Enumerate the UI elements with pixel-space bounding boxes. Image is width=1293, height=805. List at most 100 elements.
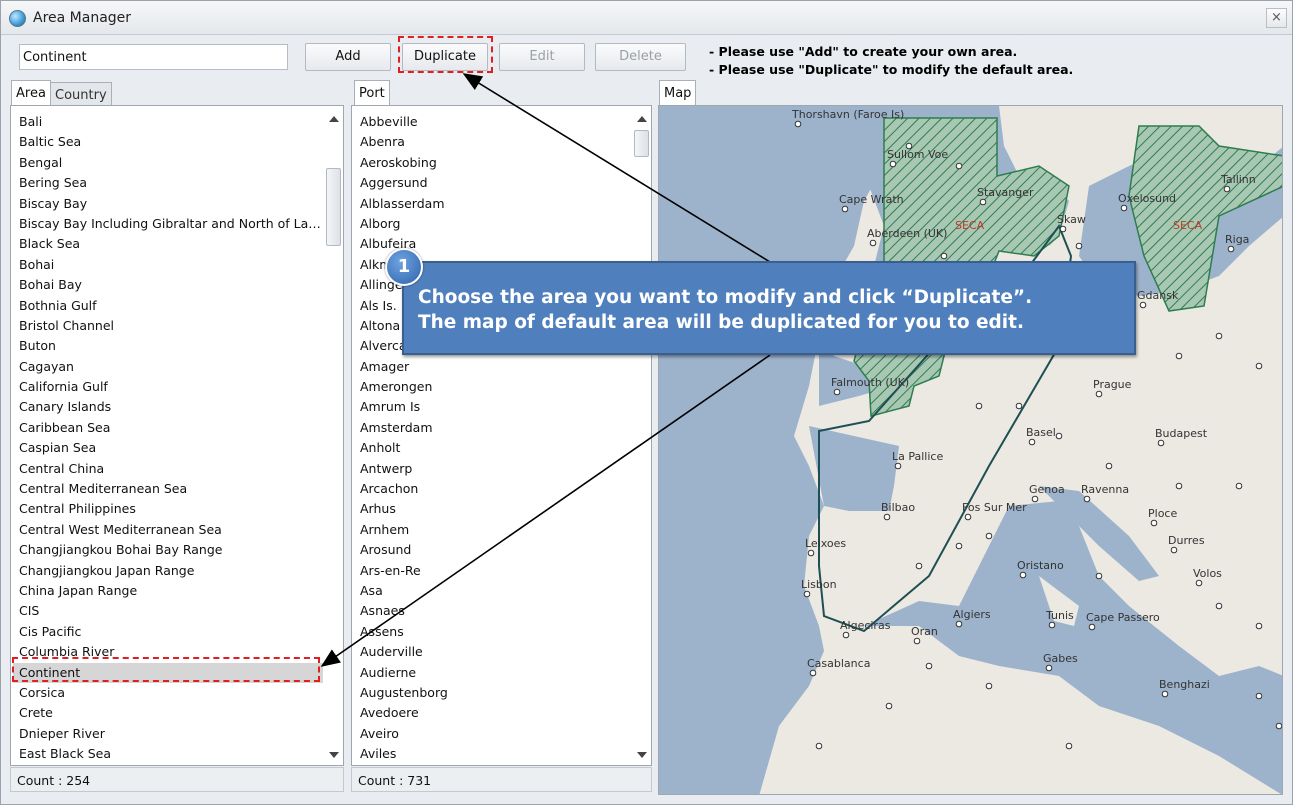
- port-marker-icon[interactable]: [1095, 390, 1103, 398]
- list-item[interactable]: Arnhem: [354, 520, 631, 540]
- scroll-thumb[interactable]: [326, 168, 341, 246]
- list-item[interactable]: Amrum Is: [354, 397, 631, 417]
- port-marker-icon[interactable]: [1275, 722, 1282, 730]
- port-marker-icon[interactable]: [1120, 204, 1128, 212]
- port-marker-icon[interactable]: [1075, 242, 1083, 250]
- list-item[interactable]: Amerongen: [354, 377, 631, 397]
- list-item[interactable]: Baltic Sea: [13, 132, 323, 152]
- port-marker-icon[interactable]: [883, 513, 891, 521]
- list-item[interactable]: Abbeville: [354, 112, 631, 132]
- port-marker-icon[interactable]: [815, 742, 823, 750]
- port-marker-icon[interactable]: [955, 162, 963, 170]
- tab-map[interactable]: Map: [659, 80, 697, 105]
- list-item[interactable]: Caribbean Sea: [13, 418, 323, 438]
- list-item[interactable]: Dnieper River: [13, 724, 323, 744]
- port-marker-icon[interactable]: [1215, 332, 1223, 340]
- port-marker-icon[interactable]: [1195, 579, 1203, 587]
- list-item[interactable]: Aggersund: [354, 173, 631, 193]
- list-item[interactable]: Corsica: [13, 683, 323, 703]
- port-marker-icon[interactable]: [894, 462, 902, 470]
- tab-port[interactable]: Port: [354, 80, 390, 105]
- list-item[interactable]: Asa: [354, 581, 631, 601]
- list-item[interactable]: Anholt: [354, 438, 631, 458]
- port-marker-icon[interactable]: [1175, 352, 1183, 360]
- list-item[interactable]: Arcachon: [354, 479, 631, 499]
- list-item[interactable]: Bali: [13, 112, 323, 132]
- port-marker-icon[interactable]: [913, 637, 921, 645]
- scroll-down-icon[interactable]: [637, 752, 647, 758]
- port-marker-icon[interactable]: [1255, 362, 1263, 370]
- list-item[interactable]: Alblasserdam: [354, 194, 631, 214]
- port-marker-icon[interactable]: [955, 542, 963, 550]
- port-marker-icon[interactable]: [1015, 402, 1023, 410]
- map-view[interactable]: SECA SECA Thorshavn (Faroe Is) Sullom Voe…: [658, 105, 1283, 795]
- port-marker-icon[interactable]: [964, 513, 972, 521]
- list-item[interactable]: Buton: [13, 336, 323, 356]
- list-item[interactable]: China Japan Range: [13, 581, 323, 601]
- port-marker-icon[interactable]: [905, 142, 913, 150]
- area-name-input[interactable]: [19, 44, 288, 70]
- add-button[interactable]: Add: [305, 43, 391, 71]
- list-item[interactable]: Bengal: [13, 153, 323, 173]
- port-marker-icon[interactable]: [985, 682, 993, 690]
- list-item[interactable]: Central Mediterranean Sea: [13, 479, 323, 499]
- port-marker-icon[interactable]: [1215, 602, 1223, 610]
- port-marker-icon[interactable]: [1255, 692, 1263, 700]
- area-scrollbar[interactable]: [324, 106, 343, 765]
- port-marker-icon[interactable]: [1161, 690, 1169, 698]
- list-item[interactable]: Crete: [13, 703, 323, 723]
- port-marker-icon[interactable]: [1031, 495, 1039, 503]
- list-item[interactable]: Bristol Channel: [13, 316, 323, 336]
- tab-country[interactable]: Country: [50, 82, 112, 105]
- list-item[interactable]: California Gulf: [13, 377, 323, 397]
- list-item[interactable]: Assens: [354, 622, 631, 642]
- list-item[interactable]: Auderville: [354, 642, 631, 662]
- port-marker-icon[interactable]: [842, 631, 850, 639]
- port-marker-icon[interactable]: [1095, 572, 1103, 580]
- port-marker-icon[interactable]: [925, 662, 933, 670]
- scroll-up-icon[interactable]: [637, 116, 647, 122]
- port-marker-icon[interactable]: [794, 120, 802, 128]
- port-marker-icon[interactable]: [1059, 225, 1067, 233]
- port-marker-icon[interactable]: [1227, 245, 1235, 253]
- port-marker-icon[interactable]: [1083, 495, 1091, 503]
- port-marker-icon[interactable]: [955, 620, 963, 628]
- list-item[interactable]: Alborg: [354, 214, 631, 234]
- port-marker-icon[interactable]: [1055, 432, 1063, 440]
- edit-button[interactable]: Edit: [499, 43, 585, 71]
- list-item[interactable]: Caspian Sea: [13, 438, 323, 458]
- port-marker-icon[interactable]: [1170, 546, 1178, 554]
- port-marker-icon[interactable]: [841, 205, 849, 213]
- port-marker-icon[interactable]: [975, 402, 983, 410]
- tab-area[interactable]: Area: [11, 80, 51, 105]
- list-item[interactable]: Bering Sea: [13, 173, 323, 193]
- list-item[interactable]: Changjiangkou Japan Range: [13, 561, 323, 581]
- port-marker-icon[interactable]: [915, 562, 923, 570]
- port-marker-icon[interactable]: [1088, 623, 1096, 631]
- port-marker-icon[interactable]: [1028, 438, 1036, 446]
- port-marker-icon[interactable]: [1157, 439, 1165, 447]
- list-item[interactable]: Biscay Bay Including Gibraltar and North…: [13, 214, 323, 234]
- port-marker-icon[interactable]: [1235, 482, 1243, 490]
- port-marker-icon[interactable]: [1065, 742, 1073, 750]
- port-marker-icon[interactable]: [807, 549, 815, 557]
- port-marker-icon[interactable]: [803, 590, 811, 598]
- list-item[interactable]: Changjiangkou Bohai Bay Range: [13, 540, 323, 560]
- list-item[interactable]: Antwerp: [354, 459, 631, 479]
- list-item[interactable]: Black Sea: [13, 234, 323, 254]
- port-marker-icon[interactable]: [869, 239, 877, 247]
- port-marker-icon[interactable]: [809, 669, 817, 677]
- port-marker-icon[interactable]: [1150, 519, 1158, 527]
- list-item[interactable]: Aveiro: [354, 724, 631, 744]
- list-item[interactable]: Cagayan: [13, 357, 323, 377]
- port-marker-icon[interactable]: [1048, 621, 1056, 629]
- list-item[interactable]: Amsterdam: [354, 418, 631, 438]
- list-item[interactable]: Aeroskobing: [354, 153, 631, 173]
- delete-button[interactable]: Delete: [595, 43, 686, 71]
- port-marker-icon[interactable]: [979, 198, 987, 206]
- list-item[interactable]: Augustenborg: [354, 683, 631, 703]
- list-item[interactable]: Bohai: [13, 255, 323, 275]
- port-marker-icon[interactable]: [1019, 571, 1027, 579]
- port-marker-icon[interactable]: [1223, 185, 1231, 193]
- list-item[interactable]: Central Philippines: [13, 499, 323, 519]
